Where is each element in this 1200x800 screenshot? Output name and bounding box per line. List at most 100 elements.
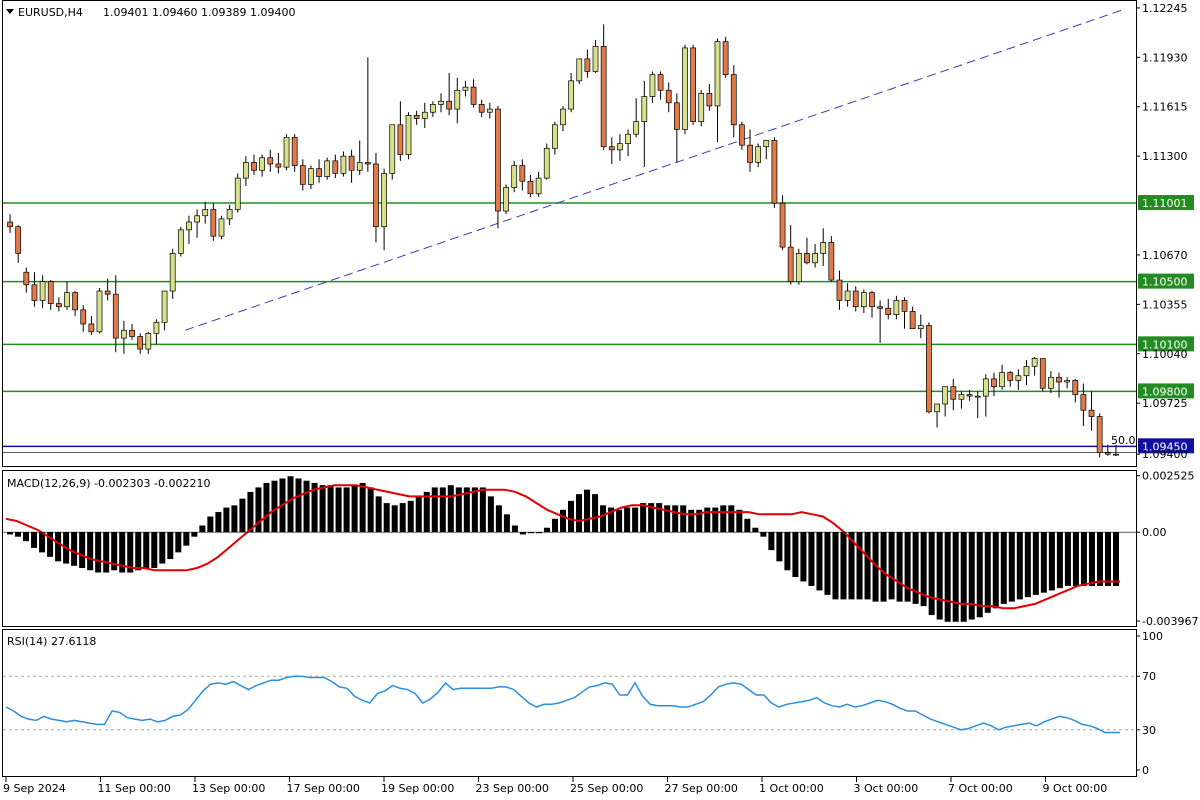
time-tick-label: 23 Sep 00:00 [476, 782, 549, 795]
chart-canvas[interactable]: 1.110011.105001.101001.098001.09450 1.12… [0, 0, 1200, 800]
candle-body [283, 136, 290, 168]
macd-bar [487, 496, 494, 533]
candle-body [836, 279, 843, 301]
candle-body [1031, 358, 1038, 367]
macd-tick-label: -0.003967 [1142, 615, 1198, 628]
macd-bar [7, 532, 14, 535]
collapse-triangle-icon[interactable] [6, 9, 14, 14]
candle-body [1088, 409, 1095, 417]
candle-body [96, 290, 103, 333]
macd-bar [79, 532, 86, 569]
macd-bar [1016, 532, 1023, 600]
candle-body [608, 146, 615, 151]
macd-bar [1080, 532, 1087, 586]
candle-body [657, 74, 664, 91]
macd-bar [864, 532, 871, 600]
macd-bar [295, 478, 302, 533]
candle-body [495, 108, 501, 212]
candle-body [1064, 380, 1071, 383]
time-tick-label: 1 Oct 00:00 [759, 782, 824, 795]
candle-body [633, 121, 640, 135]
macd-bar [431, 487, 438, 533]
macd-bar [768, 532, 775, 551]
candle-body [698, 93, 705, 122]
macd-bar [1072, 532, 1079, 586]
candle-body [1072, 380, 1079, 395]
macd-bar [39, 532, 46, 553]
level-price-tag-text: 1.11001 [1142, 197, 1188, 210]
macd-bar [55, 532, 62, 562]
candle-body [966, 394, 973, 397]
macd-bar [103, 532, 110, 573]
macd-bar [840, 532, 847, 600]
macd-bar [1096, 532, 1103, 586]
candle-body [942, 386, 949, 405]
macd-bar [367, 487, 374, 533]
candle-body [771, 140, 778, 204]
candle-body [739, 124, 745, 146]
level-price-tag-text: 1.10500 [1142, 276, 1188, 289]
candle-body [852, 290, 859, 308]
macd-bar [263, 482, 270, 533]
candle-body [55, 303, 62, 308]
candle-body [755, 146, 762, 163]
macd-bar [984, 532, 991, 613]
candle-body [194, 215, 200, 223]
candle-body [982, 378, 989, 397]
candle-body [364, 162, 371, 165]
candle-body [1015, 375, 1022, 381]
macd-bar [616, 509, 623, 533]
macd-bar [351, 485, 358, 533]
macd-bar [215, 512, 222, 533]
candle-body [999, 372, 1005, 388]
candle-body [15, 226, 22, 254]
candle-body [576, 58, 583, 82]
macd-tick-label: 0.00 [1142, 526, 1167, 539]
candle-body [600, 45, 607, 148]
macd-bar [415, 496, 422, 533]
candle-body [275, 163, 282, 168]
candle-body [47, 281, 54, 304]
macd-bar [800, 532, 807, 582]
price-tick-label: 1.12245 [1142, 2, 1188, 15]
candle-body [161, 290, 168, 323]
candle-body [259, 157, 266, 171]
macd-bar [23, 532, 30, 542]
macd-bar [151, 532, 158, 569]
macd-bar [1112, 532, 1119, 586]
macd-bar [824, 532, 831, 595]
candle-body [80, 309, 87, 325]
macd-bar [383, 503, 390, 533]
macd-bar [95, 532, 102, 573]
macd-bar [407, 500, 414, 533]
candle-body [39, 281, 46, 301]
rsi-panel-frame [2, 629, 1137, 777]
candle-body [462, 86, 469, 91]
macd-bar [167, 532, 174, 560]
candle-body [665, 89, 672, 104]
time-tick-label: 9 Oct 00:00 [1043, 782, 1108, 795]
time-tick-label: 13 Sep 00:00 [192, 782, 265, 795]
macd-bar [1088, 532, 1095, 586]
candle-body [1056, 376, 1062, 383]
candle-body [641, 96, 648, 122]
candle-body [551, 124, 558, 149]
candle-body [470, 86, 477, 105]
macd-bar [784, 532, 791, 571]
candle-body [291, 136, 298, 166]
candle-body [828, 242, 835, 281]
macd-bar [15, 532, 22, 537]
candle-body [72, 292, 78, 311]
candle-body [706, 93, 713, 107]
ohlc-label: 1.09401 1.09460 1.09389 1.09400 [103, 6, 295, 19]
rsi-tick-label: 100 [1142, 630, 1163, 643]
candle-body [234, 177, 241, 210]
rsi-plot [3, 675, 1136, 734]
macd-bar [760, 532, 767, 537]
macd-bar [856, 532, 863, 600]
candle-body [226, 209, 233, 220]
candle-body [885, 307, 892, 315]
macd-plot [5, 476, 1120, 622]
candle-body [1007, 372, 1014, 381]
macd-bar [519, 532, 526, 535]
